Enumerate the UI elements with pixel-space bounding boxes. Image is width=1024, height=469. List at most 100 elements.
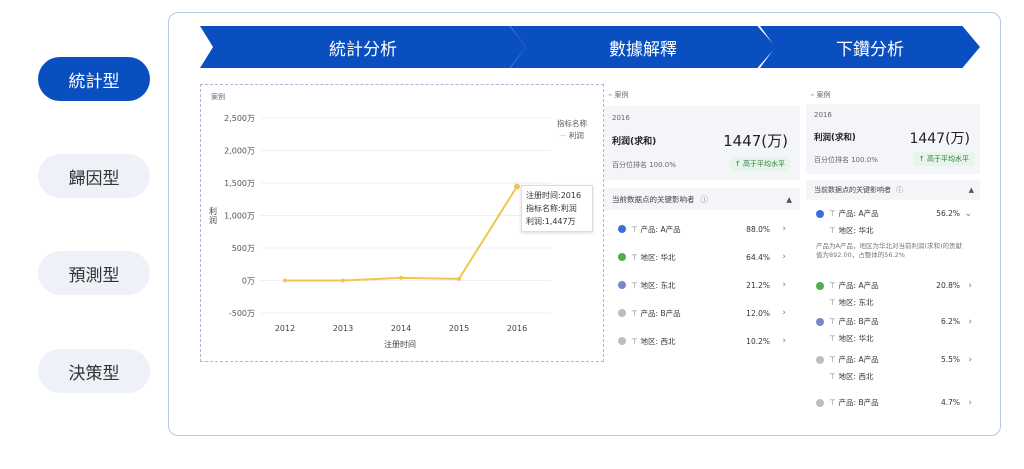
sidebar-item-decision[interactable]: 決策型 bbox=[38, 349, 150, 393]
chevron-right-icon[interactable]: › bbox=[968, 355, 972, 365]
step-data-interpretation[interactable]: 數據解釋 bbox=[510, 26, 776, 68]
tooltip: 注册时间:2016 指标名称:利润 利润:1,447万 bbox=[521, 185, 593, 232]
influencer-row[interactable]: ⊤ 地区: 华北 64.4% › bbox=[604, 246, 800, 268]
chart-icon: ⌁ bbox=[608, 91, 613, 99]
influencer-dot-icon bbox=[816, 317, 824, 326]
data-point[interactable] bbox=[341, 278, 345, 283]
y-tick-label: 2,000万 bbox=[224, 147, 255, 156]
y-tick-label: 1,000万 bbox=[224, 212, 255, 221]
chevron-right-icon[interactable]: › bbox=[968, 281, 972, 291]
x-tick-label: 2016 bbox=[507, 324, 527, 333]
drill-influencer-pct: 5.5% bbox=[940, 355, 960, 364]
sidebar-item-attribution[interactable]: 歸因型 bbox=[38, 154, 150, 198]
drill-case-row: ⌁ 案例 bbox=[810, 90, 830, 100]
x-tick-label: 2015 bbox=[449, 324, 469, 333]
above-average-badge: ↑ 高于平均水平 bbox=[913, 152, 974, 166]
tooltip-line: 利润:1,447万 bbox=[526, 217, 576, 226]
chevron-right-icon[interactable]: › bbox=[968, 317, 972, 327]
influencer-row[interactable]: ⊤ 产品: B产品 12.0% › bbox=[604, 302, 800, 324]
influencer-dot-icon bbox=[618, 253, 626, 261]
influencer-label: 产品: A产品 bbox=[640, 224, 681, 234]
filter-icon: ⊤ bbox=[829, 334, 836, 343]
drill-influencer-pct: 20.8% bbox=[936, 281, 960, 290]
collapse-icon[interactable]: ▲ bbox=[969, 186, 974, 194]
drill-expanded-sub: 地区: 华北 bbox=[838, 226, 874, 235]
filter-icon: ⊤ bbox=[631, 280, 638, 290]
series-line-profit bbox=[285, 185, 518, 282]
interp-percentile: 百分位排名 100.0% bbox=[612, 161, 676, 169]
y-tick-label: -500万 bbox=[229, 309, 255, 318]
interp-metric-card: 2016 利润(求和) 1447(万) 百分位排名 100.0% ↑ 高于平均水… bbox=[604, 106, 800, 180]
chevron-right-icon[interactable]: › bbox=[782, 224, 786, 234]
data-point[interactable] bbox=[283, 278, 287, 283]
influencer-label: 地区: 西北 bbox=[640, 336, 676, 346]
interp-metric-name: 利润(求和) bbox=[612, 137, 657, 147]
drill-metric-name: 利润(求和) bbox=[814, 133, 856, 143]
influencer-dot-icon bbox=[816, 209, 824, 218]
drill-metric-value: 1447(万) bbox=[909, 131, 970, 147]
arrow-up-icon: ↑ bbox=[734, 160, 741, 168]
chevron-right-icon[interactable]: › bbox=[782, 336, 786, 346]
interp-metric-value: 1447(万) bbox=[723, 132, 788, 150]
chevron-right-icon[interactable]: › bbox=[782, 308, 786, 318]
drill-metric-card: 2016 利润(求和) 1447(万) 百分位排名 100.0% ↑ 高于平均水… bbox=[806, 104, 980, 174]
drill-percentile: 百分位排名 100.0% bbox=[814, 156, 878, 164]
interp-case-label: 案例 bbox=[614, 91, 629, 99]
interp-section-header[interactable]: 当前数据点的关键影响者 ⓘ ▲ bbox=[604, 188, 800, 210]
drill-influencer-label: 产品: A产品 bbox=[838, 281, 879, 290]
influencer-dot-icon bbox=[816, 355, 824, 364]
filter-icon: ⊤ bbox=[829, 281, 836, 290]
x-axis-title: 注册时间 bbox=[384, 340, 416, 349]
drill-case-label: 案例 bbox=[816, 91, 831, 99]
drill-influencer-pct: 4.7% bbox=[940, 398, 960, 407]
drill-influencer-pct: 6.2% bbox=[940, 317, 960, 326]
influencer-label: 地区: 东北 bbox=[640, 280, 676, 290]
drill-section-header[interactable]: 当前数据点的关键影响者 ⓘ ▲ bbox=[806, 180, 980, 200]
tooltip-line: 指标名称:利润 bbox=[526, 204, 577, 213]
y-tick-label: 0万 bbox=[242, 277, 255, 286]
filter-icon: ⊤ bbox=[631, 308, 638, 318]
data-point[interactable] bbox=[399, 275, 403, 280]
drill-year: 2016 bbox=[814, 111, 832, 119]
step-drill-down-analysis[interactable]: 下鑽分析 bbox=[760, 26, 980, 68]
drilldown-panel: ⌁ 案例 2016 利润(求和) 1447(万) 百分位排名 100.0% ↑ … bbox=[806, 84, 980, 416]
chart-icon: ⌁ bbox=[810, 91, 815, 99]
influencer-pct: 12.0% bbox=[746, 308, 770, 318]
drill-influencer-label: 产品: B产品 bbox=[838, 398, 879, 407]
filter-icon: ⊤ bbox=[631, 252, 638, 262]
filter-icon: ⊤ bbox=[829, 317, 836, 326]
x-tick-label: 2012 bbox=[275, 324, 295, 333]
legend-item[interactable]: — 利润 bbox=[559, 130, 584, 141]
influencer-pct: 88.0% bbox=[746, 224, 770, 234]
filter-icon: ⊤ bbox=[829, 226, 836, 235]
influencer-dot-icon bbox=[816, 281, 824, 290]
tooltip-line: 注册时间:2016 bbox=[526, 191, 582, 200]
step-statistical-analysis[interactable]: 統計分析 bbox=[200, 26, 526, 68]
influencer-row[interactable]: ⊤ 地区: 东北 21.2% › bbox=[604, 274, 800, 296]
influencer-dot-icon bbox=[618, 309, 626, 317]
sidebar-item-prediction[interactable]: 預測型 bbox=[38, 251, 150, 295]
data-point[interactable] bbox=[514, 183, 520, 190]
influencer-pct: 21.2% bbox=[746, 280, 770, 290]
y-tick-label: 1,500万 bbox=[224, 179, 255, 188]
filter-icon: ⊤ bbox=[631, 336, 638, 346]
data-point[interactable] bbox=[457, 276, 461, 281]
chevron-right-icon[interactable]: › bbox=[782, 280, 786, 290]
help-icon[interactable]: ⓘ bbox=[896, 185, 903, 195]
filter-icon: ⊤ bbox=[829, 355, 836, 364]
y-tick-label: 500万 bbox=[232, 244, 255, 253]
help-icon[interactable]: ⓘ bbox=[701, 194, 709, 205]
collapse-icon[interactable]: ▲ bbox=[786, 195, 792, 204]
influencer-label: 地区: 华北 bbox=[640, 252, 676, 262]
chevron-down-icon[interactable]: ⌄ bbox=[964, 209, 972, 219]
drill-influencer-sub: 地区: 东北 bbox=[838, 298, 874, 307]
drill-expanded-item[interactable]: ⊤ 产品: A产品 56.2% ⌄ ⊤ 地区: 华北 产品为A产品，地区为华北对… bbox=[806, 206, 980, 276]
chevron-right-icon[interactable]: › bbox=[968, 398, 972, 408]
y-axis-title: 利润 bbox=[209, 207, 217, 225]
sidebar-item-statistical[interactable]: 統計型 bbox=[38, 57, 150, 101]
chevron-right-icon[interactable]: › bbox=[782, 252, 786, 262]
influencer-dot-icon bbox=[816, 398, 824, 407]
drill-influencer-sub: 地区: 西北 bbox=[838, 372, 874, 381]
influencer-row[interactable]: ⊤ 地区: 西北 10.2% › bbox=[604, 330, 800, 352]
influencer-row[interactable]: ⊤ 产品: A产品 88.0% › bbox=[604, 218, 800, 240]
